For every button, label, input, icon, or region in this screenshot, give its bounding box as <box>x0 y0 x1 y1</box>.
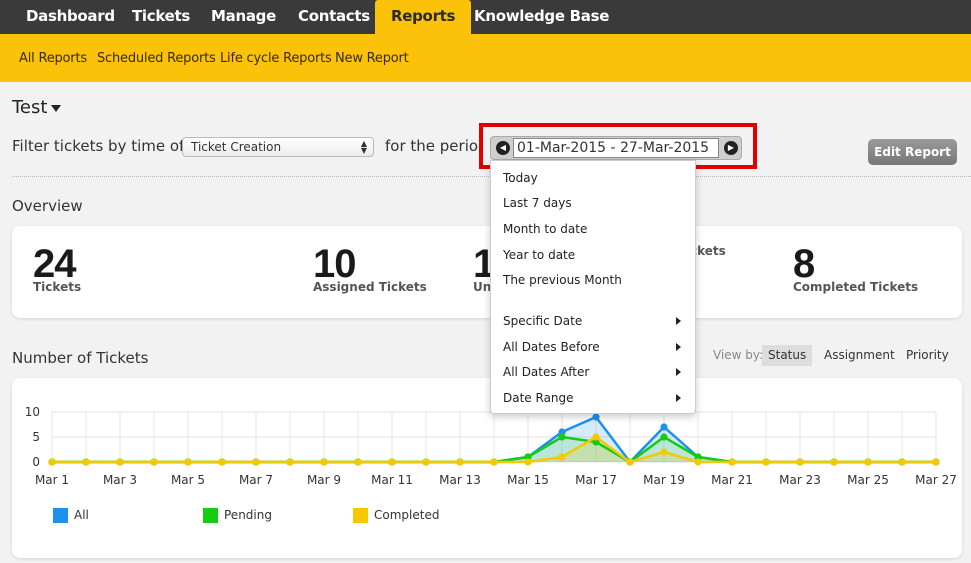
stat-assigned-tickets: 10 Assigned Tickets <box>313 242 427 294</box>
menu-item-today[interactable]: Today <box>503 171 685 185</box>
tab-dashboard[interactable]: Dashboard <box>26 0 115 34</box>
menu-item-year-to-date[interactable]: Year to date <box>503 248 685 262</box>
stat-value: 24 <box>33 242 77 286</box>
tab-reports[interactable]: Reports <box>375 0 472 35</box>
menu-item-previous-month[interactable]: The previous Month <box>503 273 685 287</box>
date-range-dropdown: Today Last 7 days Month to date Year to … <box>490 160 696 414</box>
select-arrows-icon: ▲ ▼ <box>360 139 367 155</box>
link-new-report[interactable]: New Report <box>335 51 409 66</box>
tab-contacts[interactable]: Contacts <box>298 0 370 34</box>
view-by-assignment[interactable]: Assignment <box>818 345 901 366</box>
menu-item-all-dates-after[interactable]: All Dates After <box>503 365 685 379</box>
stat-tickets: 24 Tickets <box>33 242 82 294</box>
menu-item-specific-date[interactable]: Specific Date <box>503 314 685 328</box>
link-life-cycle-reports[interactable]: Life cycle Reports <box>220 51 332 66</box>
legend-swatch-completed <box>353 508 368 523</box>
submenu-arrow-icon <box>676 343 681 351</box>
menu-item-month-to-date[interactable]: Month to date <box>503 222 685 236</box>
menu-item-all-dates-before[interactable]: All Dates Before <box>503 340 685 354</box>
top-navigation: Dashboard Tickets Manage Contacts Report… <box>0 0 971 35</box>
filter-label: Filter tickets by time of <box>12 137 185 155</box>
ticket-time-select[interactable]: Ticket Creation ▲ ▼ <box>182 137 374 157</box>
legend-swatch-pending <box>203 508 218 523</box>
submenu-arrow-icon <box>676 368 681 376</box>
view-by-label: View by: <box>713 348 764 362</box>
overview-title: Overview <box>12 197 83 215</box>
legend-swatch-all <box>53 508 68 523</box>
link-all-reports[interactable]: All Reports <box>19 51 87 66</box>
tab-tickets[interactable]: Tickets <box>132 0 190 34</box>
reports-subnav: All Reports Scheduled Reports Life cycle… <box>0 34 971 82</box>
tab-knowledge-base[interactable]: Knowledge Base <box>474 0 609 34</box>
tickets-chart-title: Number of Tickets <box>12 349 149 367</box>
stat-label: Completed Tickets <box>793 280 919 294</box>
tickets-chart-card <box>12 378 962 558</box>
legend-all[interactable]: All <box>74 508 89 522</box>
menu-item-date-range[interactable]: Date Range <box>503 391 685 405</box>
stat-label: Tickets <box>33 280 82 294</box>
legend-completed[interactable]: Completed <box>374 508 439 522</box>
submenu-arrow-icon <box>676 394 681 402</box>
stat-completed-tickets: 8 Completed Tickets <box>793 242 919 294</box>
link-scheduled-reports[interactable]: Scheduled Reports <box>97 51 216 66</box>
report-title: Test <box>12 97 48 118</box>
ticket-time-select-value: Ticket Creation <box>191 140 282 154</box>
edit-report-button[interactable]: Edit Report <box>868 139 957 165</box>
view-by-priority[interactable]: Priority <box>900 345 955 366</box>
legend-pending[interactable]: Pending <box>224 508 272 522</box>
stat-label: Assigned Tickets <box>313 280 427 294</box>
caret-down-icon <box>51 104 62 112</box>
stat-value: 8 <box>793 242 815 286</box>
tab-manage[interactable]: Manage <box>211 0 276 34</box>
stat-value: 10 <box>313 242 356 286</box>
view-by-status[interactable]: Status <box>762 345 813 366</box>
period-label: for the period <box>385 137 481 155</box>
submenu-arrow-icon <box>676 317 681 325</box>
report-title-dropdown[interactable]: Test <box>12 97 62 118</box>
menu-item-last-7-days[interactable]: Last 7 days <box>503 196 685 210</box>
